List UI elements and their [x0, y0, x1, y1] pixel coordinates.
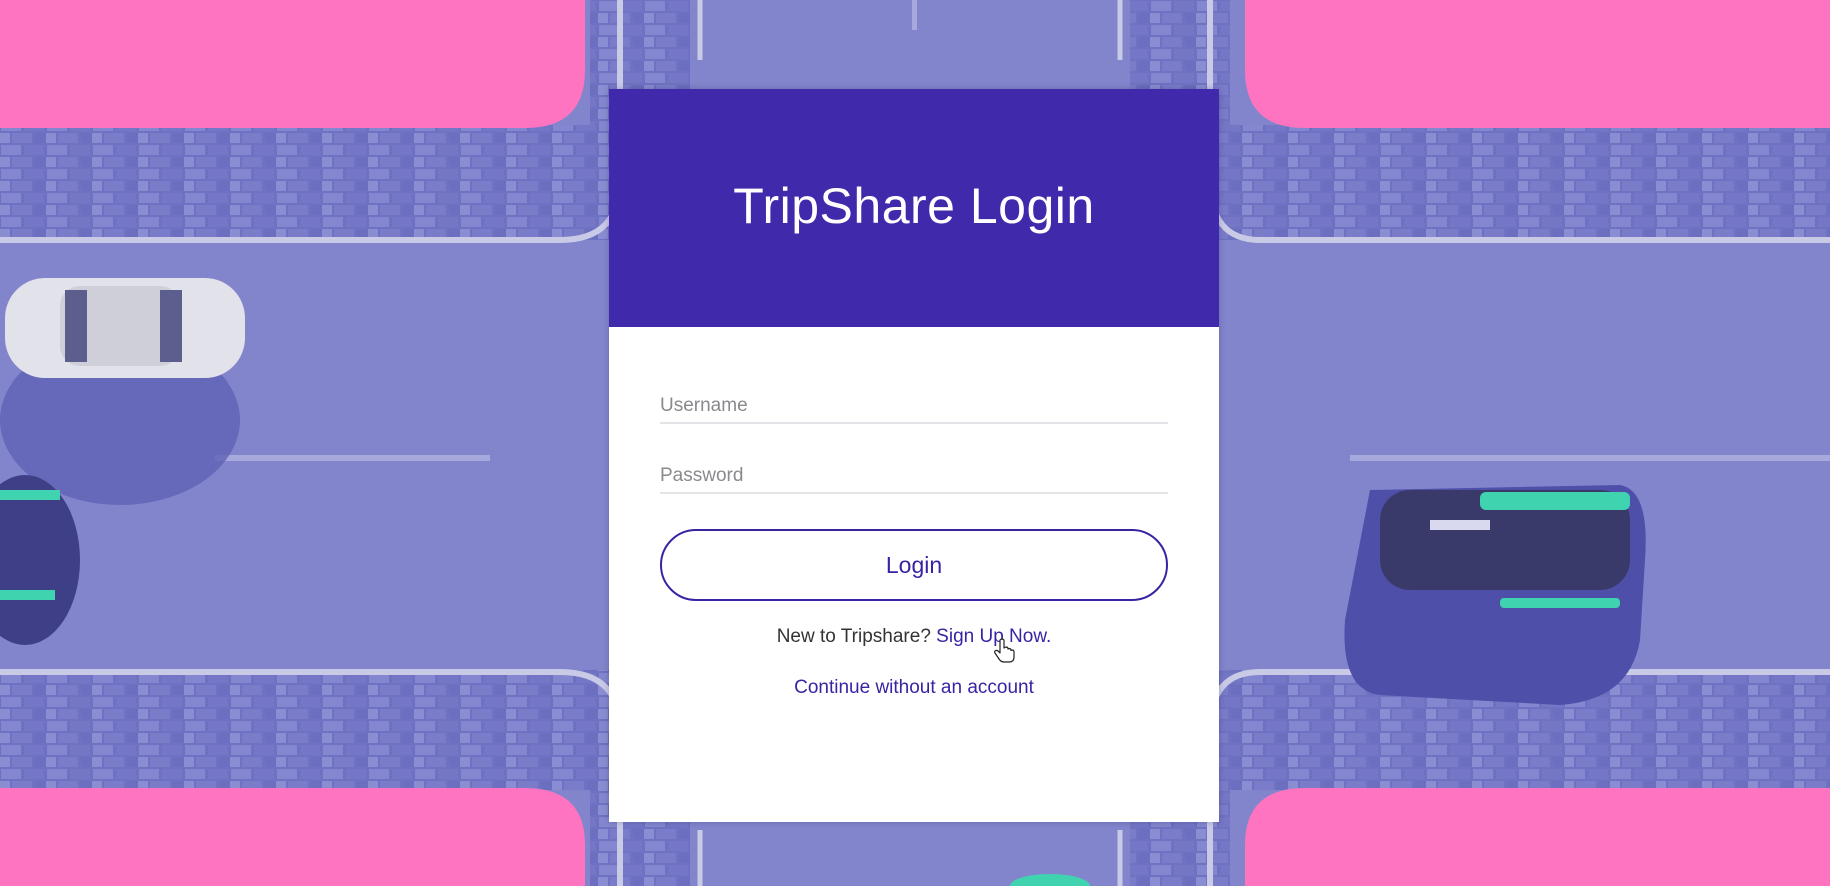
login-button[interactable]: Login — [660, 529, 1168, 601]
signup-prompt: New to Tripshare? — [776, 626, 931, 647]
continue-without-account-link[interactable]: Continue without an account — [794, 677, 1034, 698]
hand-pointer-icon — [994, 638, 1015, 663]
username-input[interactable] — [660, 392, 1168, 420]
continue-line: Continue without an account — [609, 677, 1219, 699]
password-input[interactable] — [660, 462, 1168, 490]
password-field-wrapper — [660, 462, 1168, 494]
login-screen: TripShare Login Login New to Tripshare? … — [0, 0, 1830, 886]
login-form: Login New to Tripshare? Sign Up Now. Con… — [609, 0, 1219, 886]
username-field-wrapper — [660, 392, 1168, 424]
signup-line: New to Tripshare? Sign Up Now. — [609, 626, 1219, 648]
